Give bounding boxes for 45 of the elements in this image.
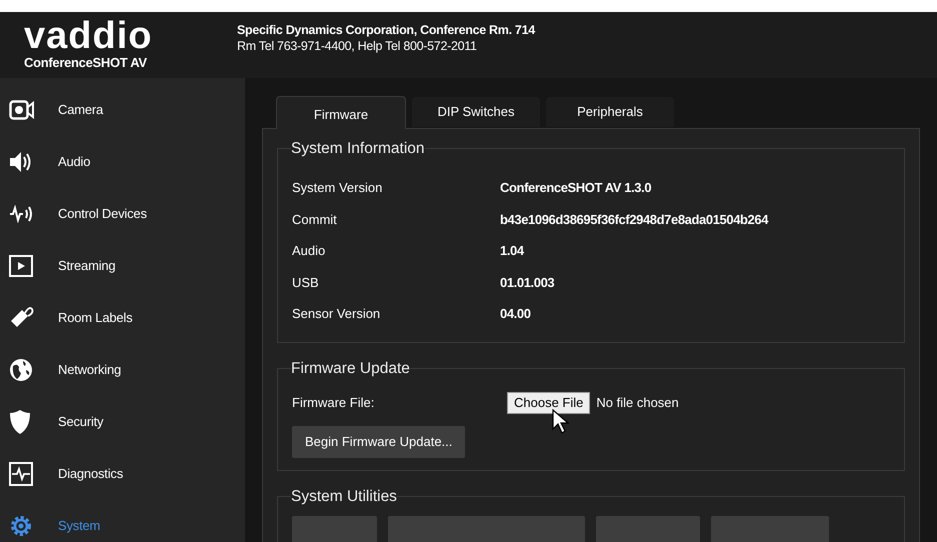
logo: vaddio xyxy=(24,18,152,54)
section-title: Firmware Update xyxy=(291,358,410,379)
sidebar-item[interactable]: Networking xyxy=(58,360,122,380)
sidebar-item[interactable]: Streaming xyxy=(58,256,116,276)
info-label: System Version xyxy=(292,179,384,198)
mouse-cursor-icon xyxy=(552,409,572,435)
info-value: 04.00 xyxy=(500,305,531,324)
sidebar-item[interactable]: Camera xyxy=(58,100,104,120)
info-value: 01.01.003 xyxy=(500,274,554,292)
play-screen-icon xyxy=(9,255,33,277)
info-label: Sensor Version xyxy=(292,305,382,324)
section-title: System Utilities xyxy=(291,487,397,507)
phone-numbers: Rm Tel 763-971-4400, Help Tel 800-572-2011 xyxy=(237,38,478,54)
choose-file-button[interactable]: Choose File xyxy=(507,392,590,414)
gear-icon xyxy=(9,514,33,538)
tab[interactable]: DIP Switches xyxy=(412,97,540,127)
shield-icon xyxy=(9,409,31,435)
info-label: USB xyxy=(292,274,320,292)
begin-update-button[interactable]: Begin Firmware Update... xyxy=(292,426,466,458)
sidebar-item[interactable]: Security xyxy=(58,412,104,432)
info-value: ConferenceSHOT AV 1.3.0 xyxy=(500,179,652,198)
info-label: Audio xyxy=(292,242,326,260)
tab[interactable]: Firmware xyxy=(276,96,406,129)
utility-button[interactable] xyxy=(596,516,700,542)
utility-button[interactable] xyxy=(292,516,377,542)
sidebar-item[interactable]: Audio xyxy=(58,152,90,172)
field-label: Firmware File: xyxy=(292,394,376,412)
utility-button[interactable] xyxy=(711,516,829,542)
sidebar-item[interactable]: System xyxy=(58,516,100,536)
camera-icon xyxy=(9,100,35,120)
tab[interactable]: Peripherals xyxy=(546,97,674,127)
section-title: System Information xyxy=(291,139,425,159)
sidebar-item[interactable]: Control Devices xyxy=(58,204,147,224)
sidebar-item[interactable]: Diagnostics xyxy=(58,464,123,484)
file-status: No file chosen xyxy=(596,394,679,412)
globe-icon xyxy=(9,358,33,382)
utility-button[interactable] xyxy=(388,516,585,542)
pulse-monitor-icon xyxy=(9,462,33,486)
sidebar-item[interactable]: Room Labels xyxy=(58,308,132,328)
info-label: Commit xyxy=(292,210,338,229)
room-name: Specific Dynamics Corporation, Conference Rm. 714 xyxy=(237,22,535,38)
info-value: b43e1096d38695f36fcf2948d7e8ada01504b264 xyxy=(500,210,768,229)
product-name: ConferenceSHOT AV xyxy=(24,54,147,72)
info-value: 1.04 xyxy=(500,242,524,260)
signal-wave-icon xyxy=(9,205,35,223)
